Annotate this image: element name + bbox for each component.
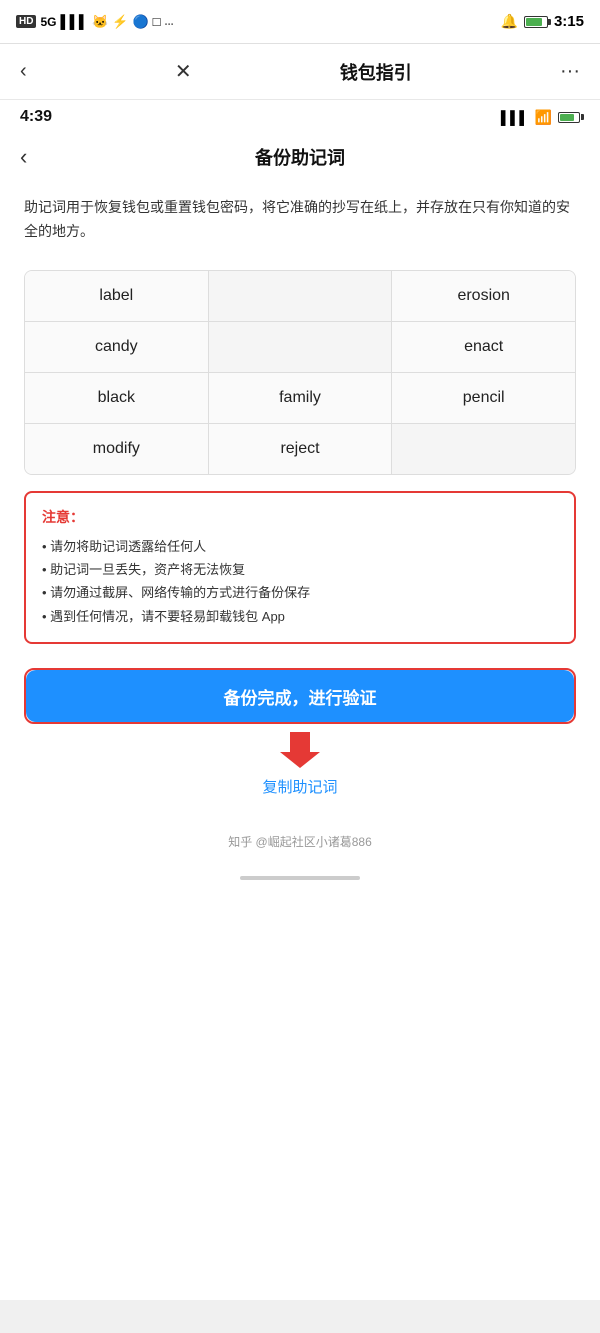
mnemonic-row-1: label erosion: [25, 271, 575, 322]
word-enact: enact: [392, 322, 575, 372]
word-black: black: [25, 373, 209, 423]
outer-battery: [524, 16, 548, 28]
close-button[interactable]: ✕: [175, 59, 192, 84]
outer-status-left: HD 5G ▌▌▌ 🐱 ⚡ 🔵 □ ...: [16, 14, 174, 30]
inner-signal-icon: ▌▌▌: [501, 110, 529, 125]
inner-battery-icon: [558, 112, 580, 123]
qq-icon: 🔵: [132, 14, 148, 30]
word-candy: candy: [25, 322, 209, 372]
inner-status-bar: 4:39 ▌▌▌ 📶: [0, 100, 600, 134]
signal-bars: ▌▌▌: [60, 14, 88, 29]
inner-back-button[interactable]: ‹: [20, 144, 27, 170]
word-pencil: pencil: [392, 373, 575, 423]
outer-status-bar: HD 5G ▌▌▌ 🐱 ⚡ 🔵 □ ... 🔔 3:15: [0, 0, 600, 44]
word-empty-3: [392, 424, 575, 474]
warning-item-1: • 请勿将助记词透露给任何人: [42, 535, 558, 558]
inner-nav: ‹ 备份助记词: [0, 134, 600, 180]
warning-item-3: • 请勿通过截屏、网络传输的方式进行备份保存: [42, 581, 558, 604]
warning-title: 注意：: [42, 507, 558, 527]
inner-time: 4:39: [20, 108, 52, 126]
more-button[interactable]: ···: [560, 60, 580, 83]
top-nav: ‹ ✕ 钱包指引 ···: [0, 44, 600, 100]
inner-nav-title: 备份助记词: [255, 144, 345, 170]
page-title: 钱包指引: [340, 59, 412, 85]
home-indicator: [240, 876, 360, 880]
copy-mnemonic-button[interactable]: 复制助记词: [0, 772, 600, 813]
phone-screen: 4:39 ▌▌▌ 📶 ‹ 备份助记词 助记词用于恢复钱包或重置钱包密码，将它准确…: [0, 100, 600, 1300]
hd-badge: HD: [16, 15, 36, 28]
kuaishou-icon: ⚡: [112, 14, 128, 30]
back-button[interactable]: ‹: [20, 60, 27, 83]
zhibo-icon: ...: [165, 16, 174, 28]
button-area: 备份完成，进行验证: [24, 668, 576, 724]
outer-status-right: 🔔 3:15: [501, 13, 584, 30]
word-erosion: erosion: [392, 271, 575, 321]
footer: 知乎 @崛起社区小诸葛886: [0, 813, 600, 862]
outer-time: 3:15: [554, 13, 584, 30]
weibo-icon: 🐱: [92, 14, 108, 30]
verify-button-wrapper: 备份完成，进行验证: [24, 668, 576, 724]
mnemonic-grid: label erosion candy enact black family p…: [24, 270, 576, 475]
warning-box: 注意： • 请勿将助记词透露给任何人 • 助记词一旦丢失，资产将无法恢复 • 请…: [24, 491, 576, 645]
mnemonic-row-4: modify reject: [25, 424, 575, 474]
verify-button[interactable]: 备份完成，进行验证: [26, 670, 574, 722]
description-text: 助记词用于恢复钱包或重置钱包密码，将它准确的抄写在纸上，并存放在只有你知道的安全…: [0, 180, 600, 260]
word-empty-2: [209, 322, 393, 372]
bell-icon: 🔔: [501, 13, 518, 30]
arrow-indicator: [0, 732, 600, 768]
inner-icons: ▌▌▌ 📶: [501, 109, 580, 126]
warning-item-4: • 遇到任何情况，请不要轻易卸载钱包 App: [42, 605, 558, 628]
rect-icon: □: [153, 14, 161, 29]
word-label: label: [25, 271, 209, 321]
warning-item-2: • 助记词一旦丢失，资产将无法恢复: [42, 558, 558, 581]
word-modify: modify: [25, 424, 209, 474]
red-arrow-icon: [280, 732, 320, 768]
word-family: family: [209, 373, 393, 423]
inner-wifi-icon: 📶: [535, 109, 552, 126]
mnemonic-row-2: candy enact: [25, 322, 575, 373]
word-reject: reject: [209, 424, 393, 474]
word-empty-1: [209, 271, 393, 321]
mnemonic-row-3: black family pencil: [25, 373, 575, 424]
signal-5g: 5G: [40, 15, 56, 29]
